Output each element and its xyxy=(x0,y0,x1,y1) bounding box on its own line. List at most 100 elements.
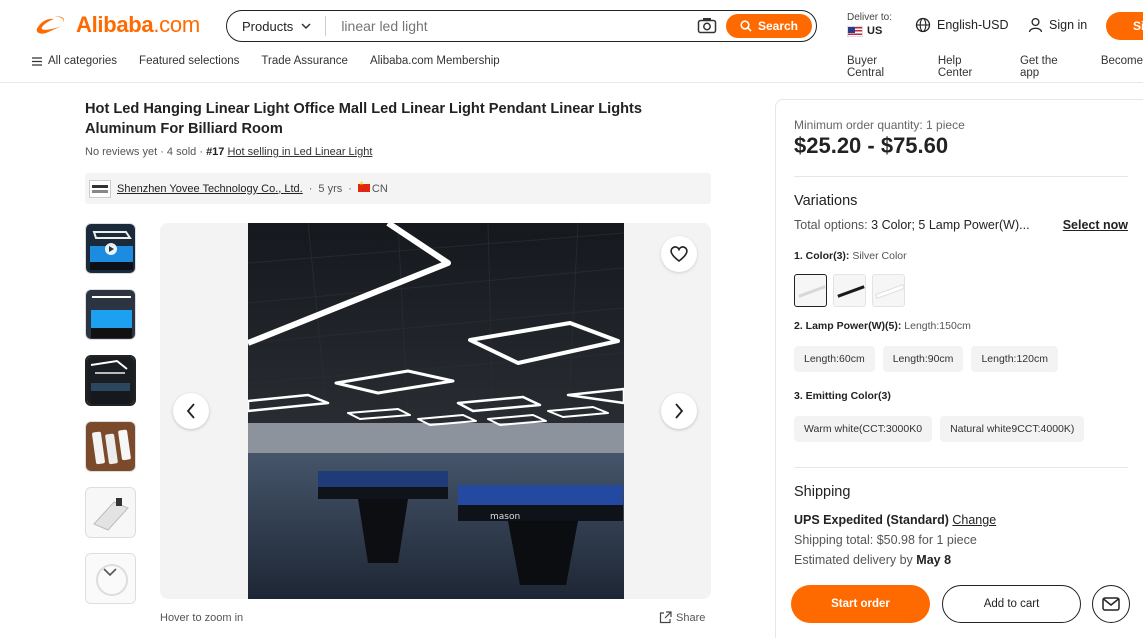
share-label: Share xyxy=(676,611,706,624)
shipping-method-name: UPS Expedited (Standard) xyxy=(794,513,949,527)
search-button[interactable]: Search xyxy=(726,14,812,38)
sold-count: 4 sold xyxy=(166,146,197,158)
language-currency-selector[interactable]: English-USD xyxy=(915,17,1009,33)
shipping-total-label: Shipping total: xyxy=(794,533,874,547)
sign-up-button[interactable]: Si xyxy=(1106,12,1143,40)
reviews-count: No reviews yet xyxy=(85,146,158,158)
chevron-down-icon xyxy=(301,22,311,29)
supplier-logo xyxy=(89,179,111,198)
us-flag-icon xyxy=(847,25,863,37)
sign-in-link[interactable]: Sign in xyxy=(1028,17,1087,33)
language-label: English-USD xyxy=(937,18,1009,32)
color-selected-value: Silver Color xyxy=(852,250,907,262)
nav-help-center[interactable]: Help Center xyxy=(938,55,998,79)
divider xyxy=(794,176,1128,177)
envelope-icon xyxy=(1102,597,1120,611)
color-swatch-silver[interactable] xyxy=(794,274,827,307)
supplier-logo-icon xyxy=(92,184,108,193)
nav-get-app[interactable]: Get the app xyxy=(1020,55,1079,79)
divider xyxy=(794,467,1128,468)
thumbnail-image xyxy=(87,357,134,404)
all-categories-menu[interactable]: All categories xyxy=(32,55,117,67)
supplier-country: CN xyxy=(371,182,388,195)
emitting-option-warm[interactable]: Warm white(CCT:3000K0 xyxy=(794,416,933,442)
thumbnail-4[interactable] xyxy=(85,421,136,472)
power-option-60cm[interactable]: Length:60cm xyxy=(794,346,875,372)
shipping-method: UPS Expedited (Standard) Change xyxy=(794,513,996,527)
color-swatch-black[interactable] xyxy=(833,274,866,307)
top-header: Alibaba.com Products Search Deliver to: … xyxy=(0,0,1143,50)
nav-featured-selections[interactable]: Featured selections xyxy=(139,55,239,67)
emitting-options: Warm white(CCT:3000K0 Natural white9CCT:… xyxy=(794,416,1085,442)
thumbnail-scroll-down[interactable] xyxy=(95,562,125,582)
ranking-link[interactable]: Hot selling in Led Linear Light xyxy=(227,146,372,158)
power-options: Length:60cm Length:90cm Length:120cm xyxy=(794,346,1058,372)
search-category-label: Products xyxy=(242,18,294,34)
thumbnail-3[interactable] xyxy=(85,355,136,406)
thumbnail-2[interactable] xyxy=(85,289,136,340)
deliver-label: Deliver to: xyxy=(847,12,893,23)
supplier-name-link[interactable]: Shenzhen Yovee Technology Co., Ltd. xyxy=(117,183,303,195)
nav-become-supplier[interactable]: Become xyxy=(1101,55,1143,79)
shipping-total: Shipping total: $50.98 for 1 piece xyxy=(794,533,977,547)
search-bar: Products Search xyxy=(226,10,817,42)
share-button[interactable]: Share xyxy=(659,611,705,624)
thumbnail-image xyxy=(86,488,135,537)
deliver-country: US xyxy=(867,25,883,37)
category-nav: All categories Featured selections Trade… xyxy=(0,50,1143,83)
total-options-value: 3 Color; 5 Lamp Power(W)... xyxy=(871,218,1030,232)
power-option-label: 2. Lamp Power(W)(5): Length:150cm xyxy=(794,320,971,332)
nav-trade-assurance[interactable]: Trade Assurance xyxy=(261,55,348,67)
color-swatch-white[interactable] xyxy=(872,274,905,307)
menu-icon xyxy=(32,56,42,66)
total-options-label: Total options: xyxy=(794,218,868,232)
shipping-title: Shipping xyxy=(794,484,851,500)
power-option-90cm[interactable]: Length:90cm xyxy=(882,346,964,372)
chevron-right-icon xyxy=(675,403,684,419)
nav-buyer-central[interactable]: Buyer Central xyxy=(847,55,916,79)
color-label: 1. Color(3): xyxy=(794,250,850,262)
product-title: Hot Led Hanging Linear Light Office Mall… xyxy=(85,101,643,137)
thumbnail-video[interactable] xyxy=(85,223,136,274)
shipping-change-link[interactable]: Change xyxy=(952,513,996,527)
minimum-order-quantity: Minimum order quantity: 1 piece xyxy=(794,118,965,132)
logo-suffix: .com xyxy=(153,12,200,37)
estimated-delivery: Estimated delivery by May 8 xyxy=(794,553,951,567)
previous-image-button[interactable] xyxy=(173,393,209,429)
favorite-button[interactable] xyxy=(661,236,697,272)
thumbnail-5[interactable] xyxy=(85,487,136,538)
emitting-option-label: 3. Emitting Color(3) xyxy=(794,390,891,402)
next-image-button[interactable] xyxy=(661,393,697,429)
ranking-number: #17 xyxy=(206,146,225,158)
supplier-years: 5 yrs xyxy=(318,182,343,195)
delivery-label: Estimated delivery by xyxy=(794,553,913,567)
globe-icon xyxy=(915,17,931,33)
product-image-viewer[interactable]: mason xyxy=(160,223,711,599)
emitting-option-natural[interactable]: Natural white9CCT:4000K) xyxy=(940,416,1085,442)
deliver-to[interactable]: Deliver to: US xyxy=(847,12,892,37)
alibaba-logo[interactable]: Alibaba.com xyxy=(32,12,200,38)
thumbnail-image xyxy=(86,290,135,339)
message-supplier-button[interactable] xyxy=(1092,585,1130,623)
heart-icon xyxy=(670,246,688,263)
hover-zoom-hint: Hover to zoom in xyxy=(160,612,244,624)
power-option-120cm[interactable]: Length:120cm xyxy=(971,346,1058,372)
delivery-date: May 8 xyxy=(916,553,952,567)
china-flag-icon xyxy=(357,180,370,192)
chevron-left-icon xyxy=(186,403,195,419)
nav-membership[interactable]: Alibaba.com Membership xyxy=(370,55,500,67)
thumbnail-list xyxy=(85,223,137,619)
search-input[interactable] xyxy=(326,18,667,34)
product-meta: No reviews yet · 4 sold · #17 Hot sellin… xyxy=(85,146,373,158)
search-icon xyxy=(740,20,752,32)
thumbnail-image xyxy=(86,422,135,471)
camera-icon[interactable] xyxy=(697,17,717,35)
search-category-select[interactable]: Products xyxy=(227,16,327,36)
add-to-cart-button[interactable]: Add to cart xyxy=(942,585,1081,623)
select-now-link[interactable]: Select now xyxy=(1063,218,1128,232)
start-order-button[interactable]: Start order xyxy=(791,585,930,623)
play-icon xyxy=(105,243,117,255)
chevron-down-icon xyxy=(103,567,117,576)
power-selected-value: Length:150cm xyxy=(904,320,971,332)
logo-wordmark: Alibaba xyxy=(76,12,154,37)
